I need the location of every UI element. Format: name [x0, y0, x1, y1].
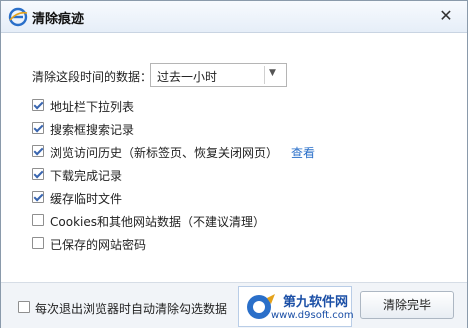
downloads-checkbox[interactable]	[32, 168, 44, 180]
title-bar: 清除痕迹 ✕	[1, 1, 467, 33]
address-bar-checkbox[interactable]	[32, 99, 44, 111]
option-label: 已保存的网站密码	[50, 238, 147, 252]
select-divider	[264, 66, 265, 84]
option-label: 下载完成记录	[50, 169, 123, 183]
cache-checkbox[interactable]	[32, 191, 44, 203]
close-button[interactable]: ✕	[435, 5, 457, 27]
watermark-logo: 第九软件网 www.d9soft.com	[238, 286, 354, 327]
auto-clear-checkbox[interactable]	[18, 301, 30, 313]
auto-clear-label: 每次退出浏览器时自动清除勾选数据	[35, 302, 228, 316]
chevron-down-icon: ▼	[269, 68, 276, 78]
option-label: Cookies和其他网站数据（不建议清理）	[50, 215, 265, 229]
cookies-checkbox[interactable]	[32, 214, 44, 226]
watermark-title: 第九软件网	[283, 295, 349, 310]
period-select[interactable]: 过去一小时 ▼	[150, 63, 287, 87]
clear-history-dialog: 清除痕迹 ✕ 清除这段时间的数据： 过去一小时 ▼ 地址栏下拉列表 搜索框搜索记…	[0, 0, 468, 328]
period-select-value: 过去一小时	[157, 70, 218, 84]
option-label: 搜索框搜索记录	[50, 123, 135, 137]
option-label: 缓存临时文件	[50, 192, 123, 206]
close-icon: ✕	[439, 6, 453, 25]
dialog-title: 清除痕迹	[32, 12, 85, 27]
watermark-url: www.d9soft.com	[271, 310, 354, 321]
search-box-checkbox[interactable]	[32, 122, 44, 134]
view-history-link[interactable]: 查看	[291, 144, 315, 161]
dialog-footer: 每次退出浏览器时自动清除勾选数据 第九软件网 www.d9soft.com 清除…	[1, 282, 467, 328]
clear-done-button[interactable]: 清除完毕	[360, 291, 454, 319]
browser-logo-icon	[8, 7, 28, 27]
period-label: 清除这段时间的数据：	[32, 70, 153, 84]
passwords-checkbox[interactable]	[32, 237, 44, 249]
option-label: 浏览访问历史（新标签页、恢复关闭网页）	[50, 146, 279, 160]
history-checkbox[interactable]	[32, 145, 44, 157]
option-label: 地址栏下拉列表	[50, 100, 135, 114]
